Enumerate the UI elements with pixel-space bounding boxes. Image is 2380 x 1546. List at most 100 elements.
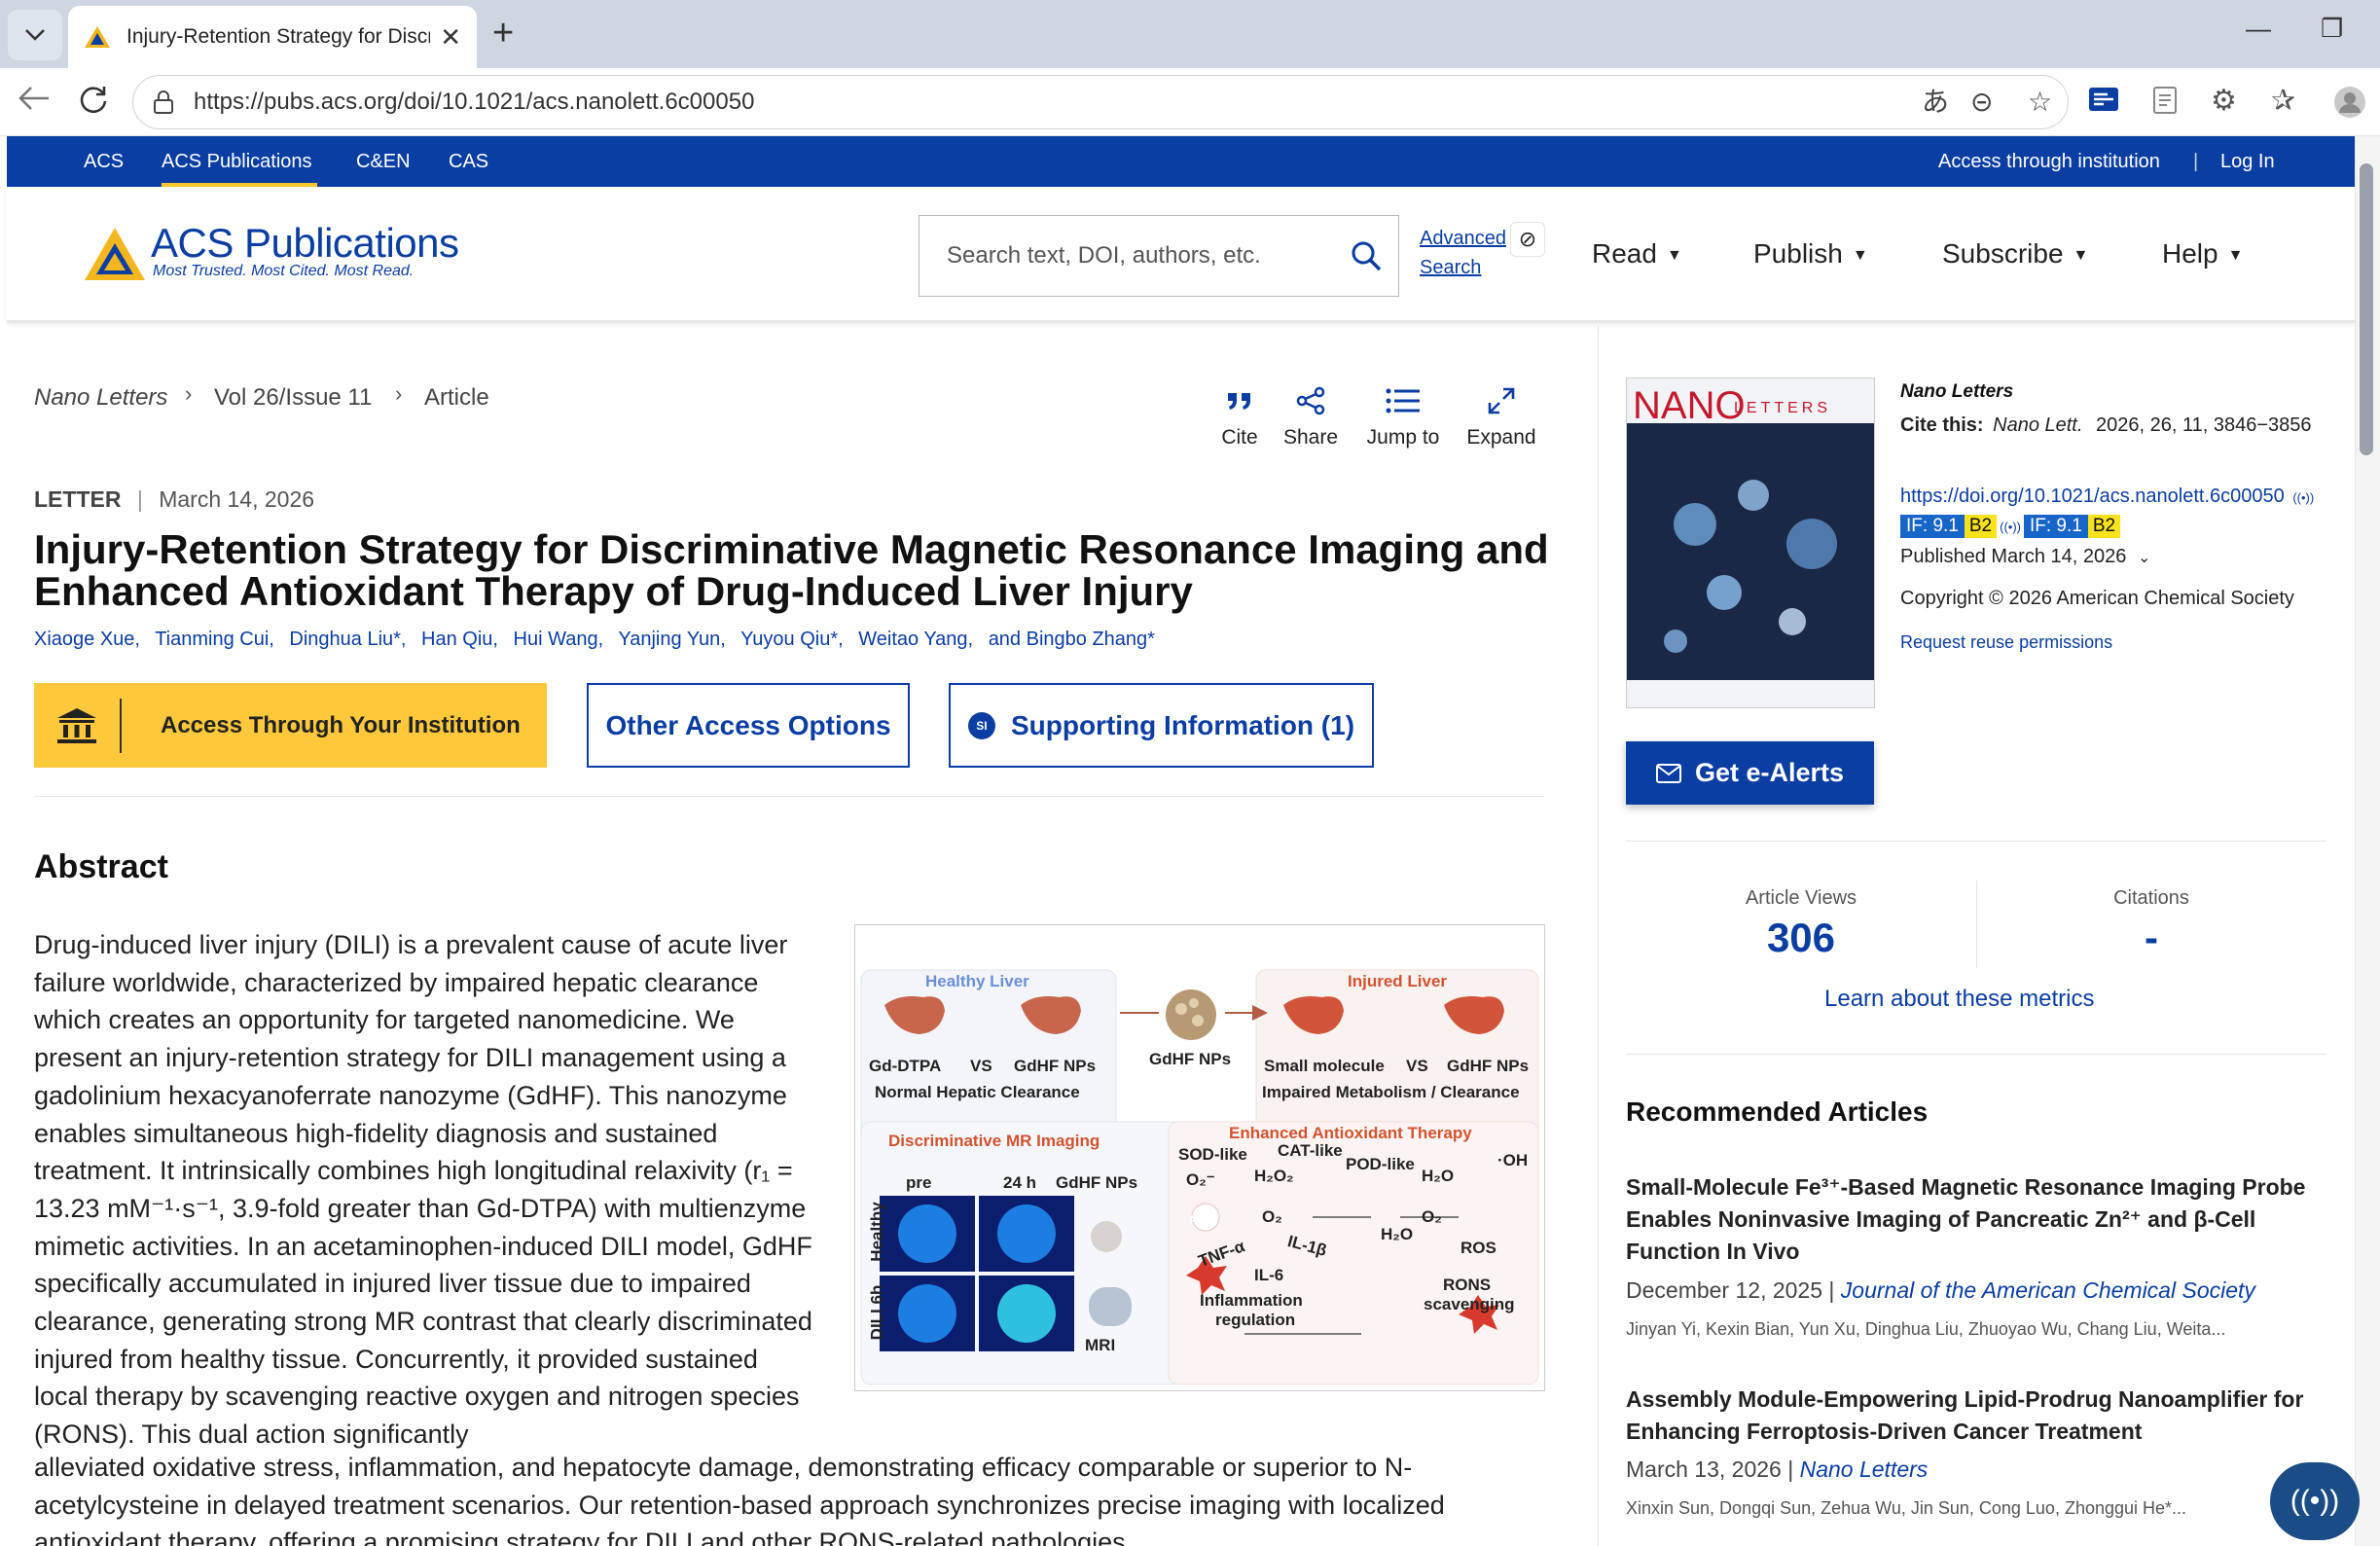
topbar-link-cas[interactable]: CAS — [449, 151, 488, 173]
nav-publish[interactable]: Publish ▼ — [1753, 238, 1868, 270]
extensions-puzzle-icon[interactable]: ⚙ — [2211, 86, 2237, 117]
citations-label: Citations — [2113, 887, 2189, 909]
access-through-institution-button[interactable]: Access Through Your Institution — [34, 683, 547, 768]
back-arrow-icon[interactable] — [18, 84, 51, 120]
fig-h2o-2: H₂O — [1381, 1225, 1414, 1243]
topbar-link-acs[interactable]: ACS — [84, 151, 124, 173]
jump-to-button[interactable]: Jump to — [1364, 381, 1442, 449]
article-type: LETTER — [34, 486, 122, 512]
meta-separator: | — [136, 486, 143, 512]
chevron-down-icon: ▼ — [2073, 247, 2089, 264]
fig-ros-2: ROS — [1460, 1239, 1497, 1257]
doi-link[interactable]: https://doi.org/10.1021/acs.nanolett.6c0… — [1900, 485, 2285, 507]
restore-window-button[interactable]: ❐ — [2321, 14, 2343, 44]
fig-sod: SOD-like — [1178, 1145, 1247, 1164]
share-icon — [1296, 386, 1325, 415]
toc-graphic[interactable]: Healthy Liver Injured Liver Gd-DTPA VS G… — [854, 924, 1545, 1391]
impact-factor-badge[interactable]: IF: 9.1 — [1900, 515, 1965, 538]
chevron-down-icon: ▼ — [2227, 247, 2244, 264]
topbar-link-cen[interactable]: C&EN — [356, 151, 411, 173]
search-input[interactable]: Search text, DOI, authors, etc. — [919, 215, 1399, 297]
browser-tab-active[interactable]: Injury-Retention Strategy for Discri ✕ — [68, 6, 477, 68]
recommended-authors: Xinxin Sun, Dongqi Sun, Zehua Wu, Jin Su… — [1626, 1498, 2187, 1518]
nav-subscribe[interactable]: Subscribe ▼ — [1942, 238, 2088, 270]
sidebar-divider — [1626, 841, 2326, 842]
reuse-permissions-link[interactable]: Request reuse permissions — [1900, 632, 2112, 653]
favorite-star-icon[interactable]: ☆ — [2028, 88, 2052, 117]
article-views-value: 306 — [1766, 915, 1836, 960]
article-meta: LETTER | March 14, 2026 — [34, 486, 314, 513]
author-link[interactable]: Yanjing Yun, — [618, 629, 725, 650]
nav-publish-label: Publish — [1753, 238, 1843, 269]
abstract-text-part1: Drug-induced liver injury (DILI) is a pr… — [34, 930, 812, 1450]
author-link[interactable]: Hui Wang, — [514, 629, 604, 650]
published-date: Published March 14, 2026 — [1900, 546, 2127, 567]
fig-o2-1: O₂ — [1262, 1207, 1282, 1226]
tab-actions-menu-button[interactable] — [8, 10, 62, 60]
fig-rons: RONS — [1443, 1276, 1492, 1294]
more-options-icon[interactable]: ⊝ — [1970, 88, 1993, 117]
get-e-alerts-label: Get e-Alerts — [1694, 758, 1845, 787]
fig-small-molecule: Small molecule — [1264, 1057, 1385, 1075]
translate-icon[interactable]: あ — [1922, 88, 1949, 117]
block-circle-icon[interactable]: ⊘ — [1510, 222, 1545, 257]
supporting-information-button[interactable]: SI Supporting Information (1) — [949, 683, 1374, 768]
profile-avatar-icon[interactable] — [2333, 86, 2366, 126]
learn-metrics-link[interactable]: Learn about these metrics — [1824, 986, 2095, 1013]
impact-factor-badge-2[interactable]: IF: 9.1 — [2023, 515, 2088, 538]
fig-gdhf-mr: GdHF NPs — [1056, 1173, 1138, 1192]
cite-this-label: Cite this: — [1900, 414, 1984, 436]
expand-button[interactable]: Expand — [1462, 381, 1540, 449]
new-tab-button[interactable]: + — [492, 14, 514, 53]
favorites-list-icon[interactable]: ✰ — [2271, 86, 2295, 117]
fig-normal-clearance: Normal Hepatic Clearance — [875, 1083, 1080, 1101]
recommended-journal[interactable]: Journal of the American Chemical Society — [1841, 1277, 2255, 1303]
author-link[interactable]: Tianming Cui, — [155, 629, 274, 650]
author-link[interactable]: Weitao Yang, — [858, 629, 973, 650]
address-bar[interactable]: https://pubs.acs.org/doi/10.1021/acs.nan… — [132, 75, 2069, 129]
author-link[interactable]: Dinghua Liu*, — [289, 629, 406, 650]
sidebar-divider — [1626, 1054, 2326, 1055]
reading-view-icon[interactable] — [2152, 86, 2178, 122]
fig-gdhf-center: GdHF NPs — [1149, 1050, 1232, 1068]
nav-read[interactable]: Read ▼ — [1592, 238, 1682, 270]
access-through-institution-link[interactable]: Access through institution — [1938, 151, 2160, 173]
published-date-toggle[interactable]: Published March 14, 2026 ⌄ — [1900, 546, 2150, 568]
reader-extension-icon[interactable] — [2088, 86, 2119, 120]
minimize-window-button[interactable]: — — [2246, 14, 2271, 44]
journal-cover-image[interactable]: NANO LETTERS — [1626, 378, 1875, 708]
reload-icon[interactable] — [78, 84, 109, 122]
search-placeholder: Search text, DOI, authors, etc. — [947, 242, 1261, 269]
advanced-search-link[interactable]: Advanced Search — [1420, 224, 1506, 282]
share-button[interactable]: Share — [1272, 381, 1350, 449]
cite-button[interactable]: Cite — [1201, 381, 1279, 449]
author-link[interactable]: and Bingbo Zhang* — [989, 629, 1155, 650]
author-link[interactable]: Han Qiu, — [421, 629, 498, 650]
fig-vs: VS — [970, 1057, 992, 1075]
login-link[interactable]: Log In — [2220, 151, 2275, 173]
si-badge-icon: SI — [967, 711, 995, 739]
scrollbar-thumb[interactable] — [2360, 163, 2373, 455]
broadcast-icon: ((•)) — [2292, 490, 2315, 505]
search-icon[interactable] — [1350, 239, 1383, 272]
article-title: Injury-Retention Strategy for Discrimina… — [34, 526, 1549, 614]
get-e-alerts-button[interactable]: Get e-Alerts — [1626, 741, 1874, 805]
recommended-article-title[interactable]: Small-Molecule Fe³⁺-Based Magnetic Reson… — [1626, 1171, 2307, 1268]
topbar-link-acs-publications[interactable]: ACS Publications — [162, 151, 312, 173]
read-aloud-broadcast-icon[interactable]: ((•)) — [2270, 1462, 2360, 1540]
logo-wordmark: ACS Publications — [151, 220, 459, 266]
fig-cat: CAT-like — [1278, 1141, 1343, 1160]
fig-24h: 24 h — [1003, 1173, 1037, 1192]
supporting-information-label: Supporting Information (1) — [1010, 709, 1355, 740]
recommended-journal[interactable]: Nano Letters — [1800, 1456, 1929, 1482]
recommended-article-title[interactable]: Assembly Module-Empowering Lipid-Prodrug… — [1626, 1384, 2307, 1448]
article-date: March 14, 2026 — [159, 486, 315, 512]
author-link[interactable]: Xiaoge Xue, — [34, 629, 140, 650]
nav-help[interactable]: Help ▼ — [2162, 238, 2243, 270]
logo-tagline: Most Trusted. Most Cited. Most Read. — [153, 263, 415, 279]
author-link[interactable]: Yuyou Qiu*, — [740, 629, 844, 650]
breadcrumb-issue[interactable]: Vol 26/Issue 11 — [214, 384, 372, 412]
close-tab-icon[interactable]: ✕ — [440, 22, 461, 53]
breadcrumb-journal[interactable]: Nano Letters — [34, 384, 167, 412]
other-access-options-button[interactable]: Other Access Options — [587, 683, 910, 768]
